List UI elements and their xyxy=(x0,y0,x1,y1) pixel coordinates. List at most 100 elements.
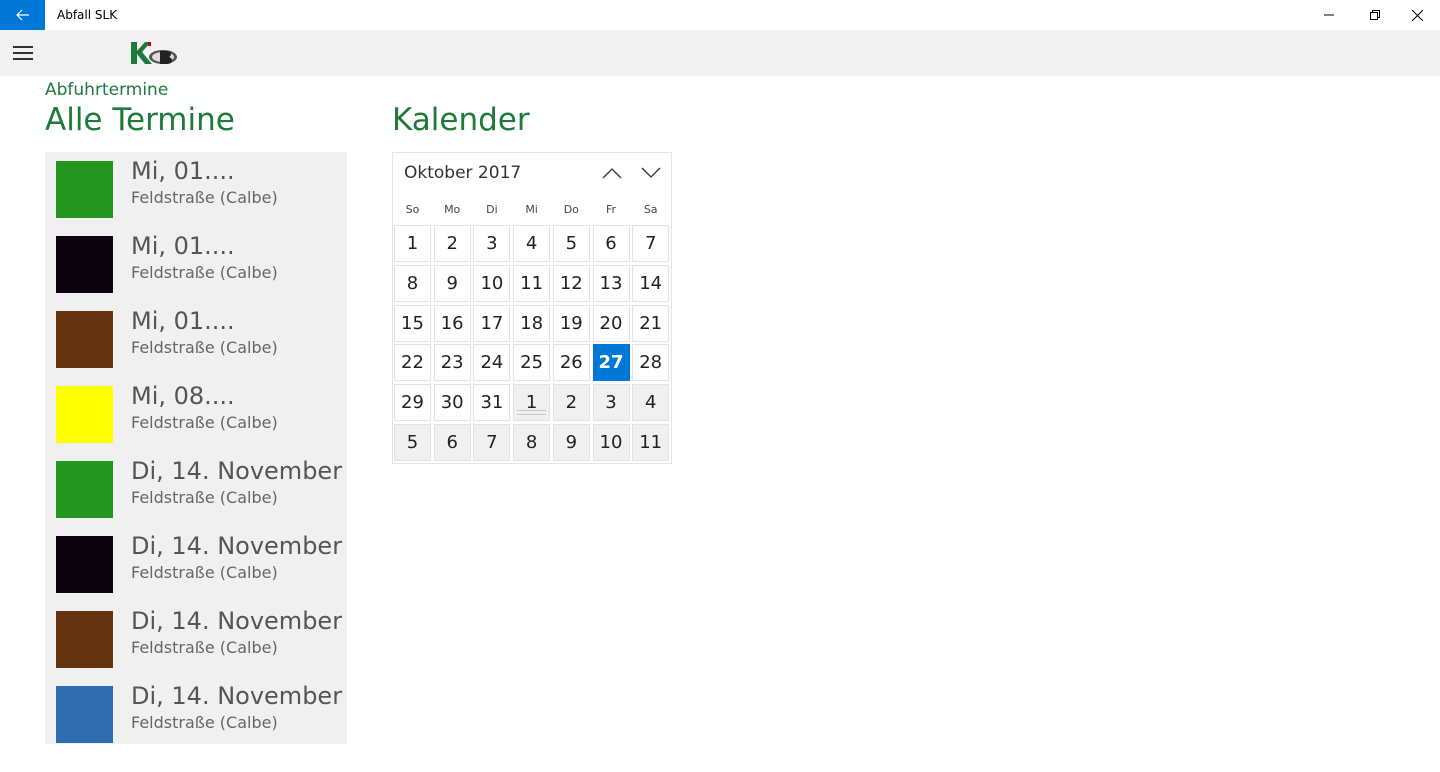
title-bar: Abfall SLK xyxy=(0,0,1440,30)
minimize-button[interactable] xyxy=(1306,0,1352,30)
calendar-day-other-month[interactable]: 10 xyxy=(592,424,630,461)
calendar-day[interactable]: 12 xyxy=(552,264,590,302)
calendar-day[interactable]: 26 xyxy=(552,344,590,382)
calendar-day[interactable]: 25 xyxy=(513,344,551,382)
appointment-date: Mi, 01.... xyxy=(131,232,235,260)
list-item[interactable]: Mi, 01.... Feldstraße (Calbe) xyxy=(45,152,347,227)
list-item[interactable]: Di, 14. November Feldstraße (Calbe) xyxy=(45,602,347,677)
weekday-header: Sa xyxy=(643,203,658,216)
calendar-day[interactable]: 10 xyxy=(473,264,511,302)
appointment-place: Feldstraße (Calbe) xyxy=(131,563,278,582)
calendar-day-other-month[interactable]: 5 xyxy=(394,424,431,461)
chevron-up-icon xyxy=(602,168,622,179)
calendar-day-other-month[interactable]: 4 xyxy=(632,384,670,422)
chevron-down-icon xyxy=(641,167,661,178)
previous-month-button[interactable] xyxy=(593,159,631,187)
calendar-day[interactable]: 29 xyxy=(394,384,431,422)
appointment-place: Feldstraße (Calbe) xyxy=(131,713,278,732)
weekday-header: Mo xyxy=(444,203,461,216)
calendar-day[interactable]: 16 xyxy=(433,304,471,342)
appointment-date: Mi, 01.... xyxy=(131,307,235,335)
calendar-day[interactable]: 2 xyxy=(433,225,471,262)
restore-button[interactable] xyxy=(1352,0,1398,30)
bin-color-swatch xyxy=(56,686,113,743)
calendar-day[interactable]: 21 xyxy=(632,304,670,342)
list-item[interactable]: Di, 14. November Feldstraße (Calbe) xyxy=(45,677,347,744)
appointment-date: Mi, 08.... xyxy=(131,382,235,410)
calendar-day-other-month[interactable]: 2 xyxy=(552,384,590,422)
weekday-header: Di xyxy=(486,203,498,216)
appointment-date: Di, 14. November xyxy=(131,457,343,485)
calendar-day[interactable]: 20 xyxy=(592,304,630,342)
back-arrow-icon xyxy=(15,9,29,21)
close-button[interactable] xyxy=(1394,0,1440,30)
calendar-day[interactable]: 14 xyxy=(632,264,670,302)
calendar-day[interactable]: 19 xyxy=(552,304,590,342)
calendar-month-label[interactable]: Oktober 2017 xyxy=(404,163,521,183)
hamburger-menu-button[interactable] xyxy=(0,30,45,76)
hamburger-icon xyxy=(12,46,33,48)
calendar-day-other-month[interactable]: 7 xyxy=(473,424,511,461)
weekday-header: Fr xyxy=(605,203,617,216)
list-item[interactable]: Mi, 08.... Feldstraße (Calbe) xyxy=(45,377,347,452)
calendar-day[interactable]: 4 xyxy=(513,225,551,262)
calendar-day-other-month[interactable]: 8 xyxy=(513,424,551,461)
calendar-day[interactable]: 8 xyxy=(394,264,431,302)
bin-color-swatch xyxy=(56,611,113,668)
bin-color-swatch xyxy=(56,311,113,368)
next-month-button[interactable] xyxy=(632,159,670,187)
restore-icon xyxy=(1370,10,1380,20)
back-button[interactable] xyxy=(0,0,45,30)
appointment-place: Feldstraße (Calbe) xyxy=(131,413,278,432)
calendar-day-other-month[interactable]: 11 xyxy=(632,424,670,461)
calendar-day[interactable]: 15 xyxy=(394,304,431,342)
calendar-day[interactable]: 7 xyxy=(632,225,670,262)
bin-color-swatch xyxy=(56,161,113,218)
app-bar xyxy=(0,30,1440,76)
weekday-header: Mi xyxy=(525,203,538,216)
window-title: Abfall SLK xyxy=(57,8,118,22)
bin-color-swatch xyxy=(56,461,113,518)
calendar-day-other-month[interactable]: 3 xyxy=(592,384,630,422)
list-item[interactable]: Di, 14. November Feldstraße (Calbe) xyxy=(45,452,347,527)
appointment-list[interactable]: Mi, 01.... Feldstraße (Calbe) Mi, 01.... Fe… xyxy=(45,152,347,744)
appointment-place: Feldstraße (Calbe) xyxy=(131,188,278,207)
calendar-day[interactable]: 24 xyxy=(473,344,511,382)
close-icon xyxy=(1411,9,1423,21)
bin-color-swatch xyxy=(56,536,113,593)
calendar-day[interactable]: 9 xyxy=(433,264,471,302)
calendar-day[interactable]: 23 xyxy=(433,344,471,382)
appointment-date: Di, 14. November xyxy=(131,607,343,635)
weekday-header: So xyxy=(405,203,420,216)
calendar-day-other-month[interactable]: 1 xyxy=(513,384,551,422)
appointment-date: Mi, 01.... xyxy=(131,157,235,185)
calendar-day[interactable]: 3 xyxy=(473,225,511,262)
appointment-place: Feldstraße (Calbe) xyxy=(131,263,278,282)
calendar-day[interactable]: 11 xyxy=(513,264,551,302)
bin-color-swatch xyxy=(56,386,113,443)
calendar-day[interactable]: 18 xyxy=(513,304,551,342)
calendar-day[interactable]: 31 xyxy=(473,384,511,422)
list-item[interactable]: Di, 14. November Feldstraße (Calbe) xyxy=(45,527,347,602)
list-item[interactable]: Mi, 01.... Feldstraße (Calbe) xyxy=(45,302,347,377)
weekday-header: Do xyxy=(563,203,579,216)
calendar-day-other-month[interactable]: 6 xyxy=(433,424,471,461)
appointment-place: Feldstraße (Calbe) xyxy=(131,338,278,357)
appointment-place: Feldstraße (Calbe) xyxy=(131,638,278,657)
calendar-day[interactable]: 17 xyxy=(473,304,511,342)
calendar-day[interactable]: 5 xyxy=(552,225,590,262)
list-item[interactable]: Mi, 01.... Feldstraße (Calbe) xyxy=(45,227,347,302)
bin-color-swatch xyxy=(56,236,113,293)
calendar-day[interactable]: 30 xyxy=(433,384,471,422)
calendar-day[interactable]: 28 xyxy=(632,344,670,382)
calendar-day[interactable]: 27 xyxy=(592,344,630,382)
calendar-day[interactable]: 13 xyxy=(592,264,630,302)
appointment-place: Feldstraße (Calbe) xyxy=(131,488,278,507)
calendar-day[interactable]: 22 xyxy=(394,344,431,382)
appointment-date: Di, 14. November xyxy=(131,682,343,710)
calendar-view: Oktober 2017 So Mo Di Mi Do Fr Sa 1 2 3 4 5 6 7 8 9 10 11… xyxy=(392,152,672,464)
page-title: Alle Termine xyxy=(45,102,235,138)
calendar-day[interactable]: 6 xyxy=(592,225,630,262)
calendar-day-other-month[interactable]: 9 xyxy=(552,424,590,461)
calendar-day[interactable]: 1 xyxy=(394,225,431,262)
